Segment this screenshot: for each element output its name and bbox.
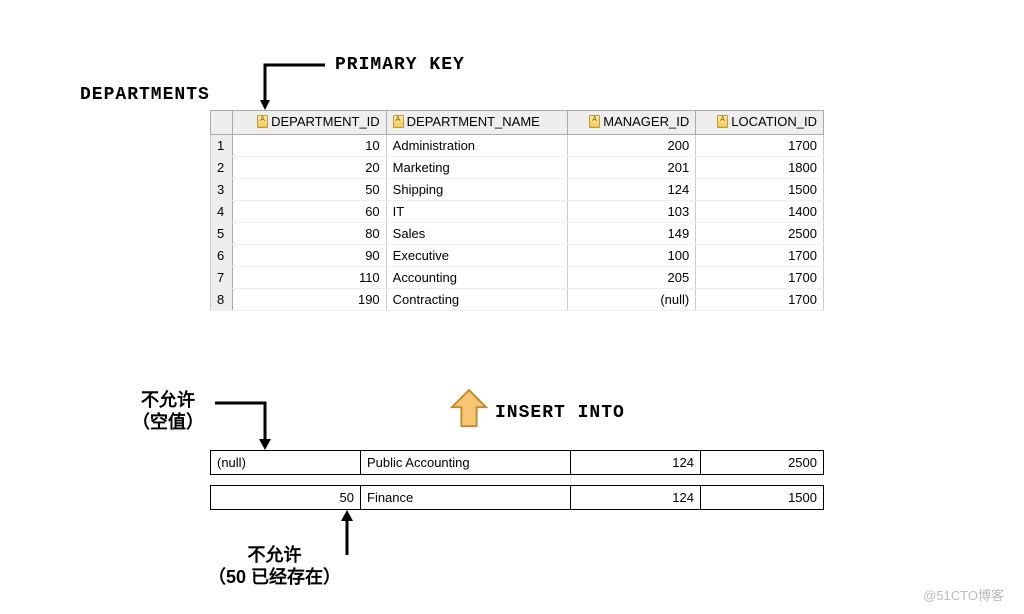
arrow-primary-key xyxy=(260,60,330,115)
cell-department-name: Administration xyxy=(386,135,568,157)
table-row: 690Executive1001700 xyxy=(211,245,824,267)
not-allowed-null-line2: （空值） xyxy=(132,412,204,432)
arrow-null-violation xyxy=(215,395,285,455)
cell-department-id: 60 xyxy=(233,201,387,223)
cell-location-id: 1700 xyxy=(696,289,824,311)
rownum-cell: 5 xyxy=(211,223,233,245)
cell-location-id: 1700 xyxy=(696,245,824,267)
column-icon xyxy=(393,115,404,128)
cell-department-name: Marketing xyxy=(386,157,568,179)
cell-location-id: 1800 xyxy=(696,157,824,179)
rownum-cell: 7 xyxy=(211,267,233,289)
cell-name: Public Accounting xyxy=(361,451,571,474)
cell-manager-id: 201 xyxy=(568,157,696,179)
col-label-location-id: LOCATION_ID xyxy=(731,114,817,129)
cell-manager-id: 124 xyxy=(568,179,696,201)
col-label-department-name: DEPARTMENT_NAME xyxy=(407,114,540,129)
cell-loc: 2500 xyxy=(701,451,823,474)
departments-table: DEPARTMENT_ID DEPARTMENT_NAME MANAGER_ID… xyxy=(210,110,824,311)
table-row: 110Administration2001700 xyxy=(211,135,824,157)
rownum-cell: 3 xyxy=(211,179,233,201)
table-row: 350Shipping1241500 xyxy=(211,179,824,201)
rownum-header xyxy=(211,111,233,135)
cell-department-id: 90 xyxy=(233,245,387,267)
col-label-manager-id: MANAGER_ID xyxy=(603,114,689,129)
cell-department-id: 80 xyxy=(233,223,387,245)
cell-department-name: Sales xyxy=(386,223,568,245)
not-allowed-null-line1: 不允许 xyxy=(141,390,195,410)
watermark: @51CTO博客 xyxy=(923,585,1004,604)
cell-mgr: 124 xyxy=(571,451,701,474)
cell-department-name: Executive xyxy=(386,245,568,267)
cell-id: (null) xyxy=(211,451,361,474)
primary-key-label: PRIMARY KEY xyxy=(335,55,465,75)
column-icon xyxy=(589,115,600,128)
cell-department-name: Accounting xyxy=(386,267,568,289)
cell-manager-id: 100 xyxy=(568,245,696,267)
cell-manager-id: 103 xyxy=(568,201,696,223)
not-allowed-dup-line1: 不允许 xyxy=(248,545,302,565)
rownum-cell: 4 xyxy=(211,201,233,223)
cell-manager-id: 205 xyxy=(568,267,696,289)
table-row: 8190Contracting(null)1700 xyxy=(211,289,824,311)
cell-location-id: 1700 xyxy=(696,135,824,157)
insert-row-dup: 50 Finance 124 1500 xyxy=(210,485,824,510)
table-row: 460IT1031400 xyxy=(211,201,824,223)
insert-row-null: (null) Public Accounting 124 2500 xyxy=(210,450,824,475)
rownum-cell: 6 xyxy=(211,245,233,267)
table-row: 220Marketing2011800 xyxy=(211,157,824,179)
cell-manager-id: (null) xyxy=(568,289,696,311)
column-icon xyxy=(717,115,728,128)
insert-into-label: INSERT INTO xyxy=(495,403,625,423)
col-location-id: LOCATION_ID xyxy=(696,111,824,135)
rownum-cell: 2 xyxy=(211,157,233,179)
cell-department-id: 10 xyxy=(233,135,387,157)
insert-into-arrow-icon xyxy=(450,388,488,432)
cell-id: 50 xyxy=(211,486,361,509)
cell-department-id: 20 xyxy=(233,157,387,179)
cell-name: Finance xyxy=(361,486,571,509)
cell-location-id: 1500 xyxy=(696,179,824,201)
cell-location-id: 1400 xyxy=(696,201,824,223)
cell-location-id: 2500 xyxy=(696,223,824,245)
cell-department-id: 190 xyxy=(233,289,387,311)
table-header-row: DEPARTMENT_ID DEPARTMENT_NAME MANAGER_ID… xyxy=(211,111,824,135)
cell-manager-id: 200 xyxy=(568,135,696,157)
cell-location-id: 1700 xyxy=(696,267,824,289)
cell-department-id: 50 xyxy=(233,179,387,201)
col-department-name: DEPARTMENT_NAME xyxy=(386,111,568,135)
cell-mgr: 124 xyxy=(571,486,701,509)
cell-loc: 1500 xyxy=(701,486,823,509)
col-department-id: DEPARTMENT_ID xyxy=(233,111,387,135)
column-icon xyxy=(257,115,268,128)
table-name-label: DEPARTMENTS xyxy=(80,85,210,105)
not-allowed-null-label: 不允许 （空值） xyxy=(132,390,204,433)
col-manager-id: MANAGER_ID xyxy=(568,111,696,135)
not-allowed-dup-label: 不允许 （50 已经存在） xyxy=(208,545,341,588)
not-allowed-dup-line2: （50 已经存在） xyxy=(208,567,341,587)
arrow-duplicate-violation xyxy=(335,510,365,560)
rownum-cell: 1 xyxy=(211,135,233,157)
cell-department-name: IT xyxy=(386,201,568,223)
cell-department-name: Contracting xyxy=(386,289,568,311)
cell-department-name: Shipping xyxy=(386,179,568,201)
cell-manager-id: 149 xyxy=(568,223,696,245)
cell-department-id: 110 xyxy=(233,267,387,289)
table-row: 7110Accounting2051700 xyxy=(211,267,824,289)
table-row: 580Sales1492500 xyxy=(211,223,824,245)
col-label-department-id: DEPARTMENT_ID xyxy=(271,114,380,129)
rownum-cell: 8 xyxy=(211,289,233,311)
